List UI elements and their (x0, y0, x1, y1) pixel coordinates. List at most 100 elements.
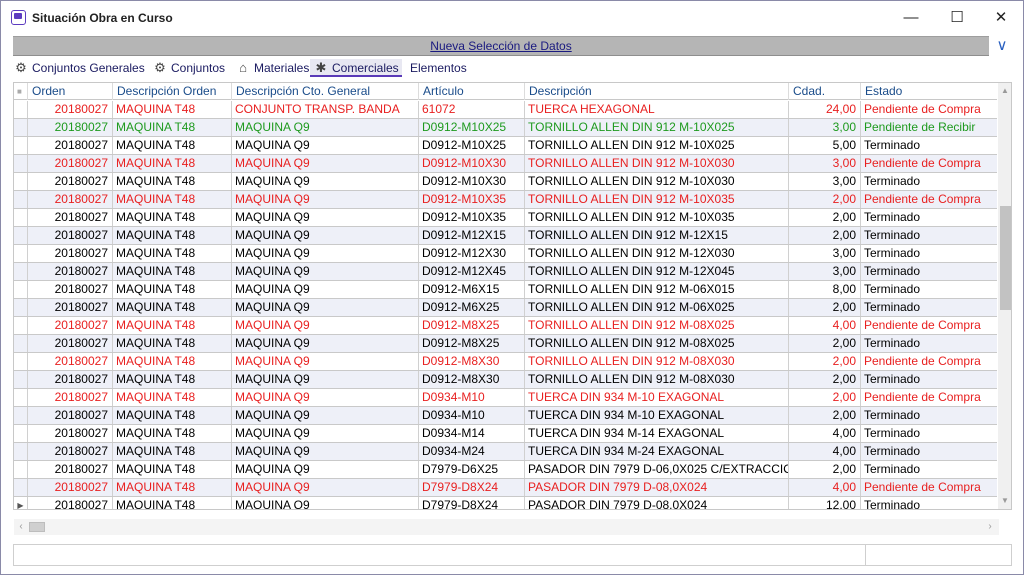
cell-descripcion: TORNILLO ALLEN DIN 912 M-12X15 (524, 227, 788, 244)
close-button[interactable]: ✕ (979, 1, 1023, 35)
cell-descripcion-cto-general: MAQUINA Q9 (231, 281, 418, 298)
table-row[interactable]: 20180027 MAQUINA T48 MAQUINA Q9 D0912-M10X2… (14, 137, 997, 155)
row-header[interactable] (14, 245, 27, 262)
row-header[interactable] (14, 479, 27, 496)
tab-1[interactable]: ⚙ Conjuntos Generales (13, 59, 145, 77)
cell-estado: Pendiente de Compra (860, 101, 997, 118)
tab-2[interactable]: ⚙ Conjuntos (152, 59, 225, 77)
row-header[interactable] (14, 137, 27, 154)
cell-descripcion-cto-general: MAQUINA Q9 (231, 299, 418, 316)
table-row[interactable]: 20180027 MAQUINA T48 MAQUINA Q9 D0912-M10X3… (14, 209, 997, 227)
row-header[interactable] (14, 353, 27, 370)
new-data-selection-link[interactable]: Nueva Selección de Datos (13, 36, 989, 56)
row-header[interactable] (14, 191, 27, 208)
table-row[interactable]: 20180027 MAQUINA T48 MAQUINA Q9 D0934-M10 TU… (14, 407, 997, 425)
cell-orden: 20180027 (27, 389, 112, 406)
table-row[interactable]: 20180027 MAQUINA T48 MAQUINA Q9 D7979-D8X24… (14, 479, 997, 497)
select-all-marker-icon[interactable]: ■ (17, 87, 22, 96)
row-header[interactable] (14, 425, 27, 442)
table-row[interactable]: ▶ 20180027 MAQUINA T48 MAQUINA Q9 D7979-D8X2… (14, 497, 997, 509)
minimize-button[interactable]: — (889, 1, 933, 35)
table-row[interactable]: 20180027 MAQUINA T48 MAQUINA Q9 D0912-M10X2… (14, 119, 997, 137)
title-bar[interactable]: Situación Obra en Curso — ☐ ✕ (1, 1, 1023, 35)
row-header[interactable] (14, 173, 27, 190)
table-row[interactable]: 20180027 MAQUINA T48 MAQUINA Q9 D0912-M6X15… (14, 281, 997, 299)
tab-3[interactable]: ⌂ Materiales (235, 59, 309, 77)
scroll-up-icon[interactable]: ▲ (998, 83, 1011, 99)
row-header[interactable] (14, 443, 27, 460)
header-descripcion[interactable]: Descripción (524, 83, 788, 100)
scroll-left-icon[interactable]: ‹ (14, 519, 28, 535)
table-row[interactable]: 20180027 MAQUINA T48 MAQUINA Q9 D0912-M12X3… (14, 245, 997, 263)
row-header[interactable] (14, 155, 27, 172)
scroll-right-icon[interactable]: › (983, 519, 997, 535)
header-articulo[interactable]: Artículo (418, 83, 524, 100)
table-row[interactable]: 20180027 MAQUINA T48 MAQUINA Q9 D0934-M10 TU… (14, 389, 997, 407)
table-row[interactable]: 20180027 MAQUINA T48 MAQUINA Q9 D0912-M8X25… (14, 317, 997, 335)
row-header[interactable] (14, 389, 27, 406)
cell-estado: Terminado (860, 407, 997, 424)
header-orden[interactable]: Orden (27, 83, 112, 100)
row-header[interactable] (14, 371, 27, 388)
data-grid: ■ Orden Descripción Orden Descripción Cto.… (13, 82, 1012, 510)
table-row[interactable]: 20180027 MAQUINA T48 MAQUINA Q9 D0934-M14 TU… (14, 425, 997, 443)
cell-descripcion-cto-general: MAQUINA Q9 (231, 407, 418, 424)
row-header[interactable] (14, 101, 27, 118)
cell-descripcion-cto-general: MAQUINA Q9 (231, 317, 418, 334)
header-cantidad[interactable]: Cdad. (788, 83, 860, 100)
header-estado[interactable]: Estado (860, 83, 997, 100)
cell-descripcion: TORNILLO ALLEN DIN 912 M-10X025 (524, 137, 788, 154)
assemblies-icon: ⚙ (15, 60, 27, 75)
tab-4[interactable]: ✱ Comerciales (310, 59, 402, 77)
scroll-down-icon[interactable]: ▼ (998, 493, 1011, 509)
row-header[interactable] (14, 263, 27, 280)
cell-descripcion: TUERCA HEXAGONAL (524, 101, 788, 118)
cell-articulo: D0912-M12X45 (418, 263, 524, 280)
cell-articulo: D0934-M14 (418, 425, 524, 442)
table-row[interactable]: 20180027 MAQUINA T48 MAQUINA Q9 D0912-M6X25… (14, 299, 997, 317)
cell-cantidad: 2,00 (788, 407, 860, 424)
table-row[interactable]: 20180027 MAQUINA T48 MAQUINA Q9 D0912-M12X1… (14, 227, 997, 245)
table-row[interactable]: 20180027 MAQUINA T48 MAQUINA Q9 D7979-D6X25… (14, 461, 997, 479)
horizontal-scrollbar[interactable]: ‹ › (14, 519, 999, 535)
chevron-down-icon[interactable]: ∨ (992, 36, 1012, 56)
row-header[interactable] (14, 317, 27, 334)
row-header[interactable] (14, 209, 27, 226)
cell-descripcion: TORNILLO ALLEN DIN 912 M-10X030 (524, 173, 788, 190)
vertical-scroll-thumb[interactable] (1000, 206, 1011, 310)
cell-orden: 20180027 (27, 353, 112, 370)
table-row[interactable]: 20180027 MAQUINA T48 MAQUINA Q9 D0912-M12X4… (14, 263, 997, 281)
materials-icon: ⌂ (239, 60, 247, 75)
table-row[interactable]: 20180027 MAQUINA T48 MAQUINA Q9 D0934-M24 TU… (14, 443, 997, 461)
cell-articulo: D0934-M10 (418, 407, 524, 424)
cell-descripcion-orden: MAQUINA T48 (112, 191, 231, 208)
table-row[interactable]: 20180027 MAQUINA T48 MAQUINA Q9 D0912-M8X30… (14, 353, 997, 371)
horizontal-scroll-thumb[interactable] (29, 522, 45, 532)
row-header[interactable] (14, 299, 27, 316)
cell-estado: Pendiente de Compra (860, 389, 997, 406)
cell-estado: Terminado (860, 281, 997, 298)
table-row[interactable]: 20180027 MAQUINA T48 CONJUNTO TRANSP. BAND… (14, 101, 997, 119)
table-row[interactable]: 20180027 MAQUINA T48 MAQUINA Q9 D0912-M10X3… (14, 191, 997, 209)
cell-orden: 20180027 (27, 317, 112, 334)
row-header[interactable] (14, 281, 27, 298)
cell-articulo: D0912-M8X25 (418, 317, 524, 334)
cell-orden: 20180027 (27, 281, 112, 298)
table-row[interactable]: 20180027 MAQUINA T48 MAQUINA Q9 D0912-M8X25… (14, 335, 997, 353)
row-header[interactable] (14, 335, 27, 352)
cell-descripcion-cto-general: MAQUINA Q9 (231, 353, 418, 370)
table-row[interactable]: 20180027 MAQUINA T48 MAQUINA Q9 D0912-M10X3… (14, 155, 997, 173)
table-row[interactable]: 20180027 MAQUINA T48 MAQUINA Q9 D0912-M10X3… (14, 173, 997, 191)
table-row[interactable]: 20180027 MAQUINA T48 MAQUINA Q9 D0912-M8X30… (14, 371, 997, 389)
header-descripcion-orden[interactable]: Descripción Orden (112, 83, 231, 100)
maximize-button[interactable]: ☐ (935, 1, 979, 35)
row-header[interactable] (14, 119, 27, 136)
tab-5[interactable]: Elementos (410, 59, 467, 77)
row-header[interactable] (14, 407, 27, 424)
cell-descripcion-cto-general: MAQUINA Q9 (231, 173, 418, 190)
current-row-indicator-icon[interactable]: ▶ (14, 497, 27, 509)
row-header[interactable] (14, 461, 27, 478)
row-header[interactable] (14, 227, 27, 244)
vertical-scrollbar[interactable]: ▲ ▼ (998, 83, 1011, 509)
header-descripcion-cto-general[interactable]: Descripción Cto. General (231, 83, 418, 100)
